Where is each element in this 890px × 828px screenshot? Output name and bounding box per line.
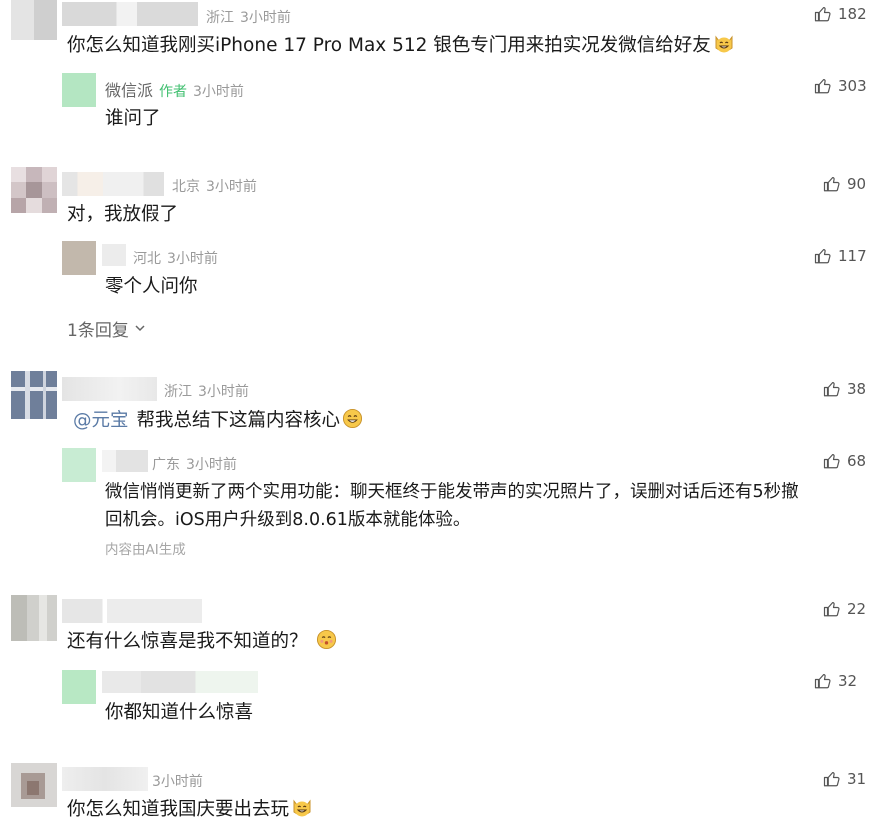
like-count: 182 [838, 5, 867, 23]
thumb-up-icon [814, 247, 832, 265]
nickname-blurred[interactable] [62, 377, 157, 401]
nickname-blurred[interactable] [62, 767, 148, 791]
reply-text: 零个人问你 [105, 276, 198, 297]
like-count: 32 [838, 672, 858, 690]
avatar[interactable] [11, 595, 57, 641]
region-label: 广东 [152, 457, 180, 473]
like-button[interactable]: 182 [814, 5, 867, 23]
region-label: 浙江 [206, 10, 234, 26]
avatar[interactable] [11, 0, 57, 40]
reply-text: 谁问了 [105, 108, 161, 129]
avatar[interactable] [62, 670, 96, 704]
mention-link[interactable]: @元宝 [73, 410, 129, 431]
comment-text: @元宝 帮我总结下这篇内容核心 [73, 405, 363, 439]
like-button[interactable]: 32 [814, 672, 857, 690]
timestamp: 3小时前 [193, 84, 244, 100]
grin-emoji [342, 408, 363, 439]
comment-meta: 河北 3小时前 [133, 248, 218, 268]
timestamp: 3小时前 [186, 457, 237, 473]
comment-meta: 3小时前 [152, 771, 203, 791]
cat-grin-emoji [713, 32, 735, 64]
like-button[interactable]: 90 [823, 175, 866, 193]
timestamp: 3小时前 [152, 774, 203, 790]
expand-replies-label: 1条回复 [67, 321, 129, 341]
like-button[interactable]: 31 [823, 770, 866, 788]
comment-meta: 浙江 3小时前 [164, 381, 249, 401]
thumb-up-icon [823, 600, 841, 618]
thumb-up-icon [814, 672, 832, 690]
like-count: 303 [838, 77, 867, 95]
ai-generated-note: 内容由AI生成 [105, 542, 186, 558]
like-count: 117 [838, 247, 867, 265]
comment-meta: 北京 3小时前 [172, 176, 257, 196]
thumb-up-icon [814, 77, 832, 95]
like-count: 90 [847, 175, 867, 193]
avatar[interactable] [11, 167, 57, 213]
thumb-up-icon [823, 380, 841, 398]
avatar[interactable] [62, 448, 96, 482]
thumb-up-icon [823, 175, 841, 193]
like-button[interactable]: 22 [823, 600, 866, 618]
avatar[interactable] [62, 73, 96, 107]
chevron-down-icon [134, 319, 146, 339]
expand-replies-button[interactable]: 1条回复 [67, 316, 146, 341]
nickname-blurred[interactable] [62, 172, 164, 196]
nickname-blurred[interactable] [102, 671, 258, 693]
nickname-blurred[interactable] [62, 2, 198, 26]
cat-grin-emoji [291, 796, 313, 828]
timestamp: 3小时前 [198, 384, 249, 400]
like-button[interactable]: 117 [814, 247, 867, 265]
comment-text: 你怎么知道我国庆要出去玩 [67, 794, 313, 828]
comment-text: 你怎么知道我刚买iPhone 17 Pro Max 512 银色专门用来拍实况发… [67, 30, 735, 64]
kiss-emoji [316, 629, 337, 660]
comment-meta: 广东 3小时前 [152, 454, 237, 474]
thumb-up-icon [814, 5, 832, 23]
nickname-blurred[interactable] [102, 244, 126, 266]
author-nickname[interactable]: 微信派 [105, 81, 153, 100]
timestamp: 3小时前 [167, 251, 218, 267]
like-count: 31 [847, 770, 867, 788]
like-count: 38 [847, 380, 867, 398]
thumb-up-icon [823, 452, 841, 470]
reply-text: 你都知道什么惊喜 [105, 702, 254, 723]
reply-text-line: 回机会。iOS用户升级到8.0.61版本就能体验。 [105, 510, 471, 530]
comment-meta: 微信派 作者 3小时前 [105, 77, 244, 101]
avatar[interactable] [11, 763, 57, 807]
region-label: 北京 [172, 179, 200, 195]
like-button[interactable]: 68 [823, 452, 866, 470]
thumb-up-icon [823, 770, 841, 788]
nickname-blurred[interactable] [102, 450, 148, 472]
comment-text: 对，我放假了 [67, 204, 179, 225]
author-badge: 作者 [159, 84, 188, 100]
avatar[interactable] [11, 371, 57, 419]
region-label: 浙江 [164, 384, 192, 400]
comment-text: 还有什么惊喜是我不知道的？ [67, 626, 337, 660]
like-button[interactable]: 38 [823, 380, 866, 398]
avatar[interactable] [62, 241, 96, 275]
like-count: 22 [847, 600, 867, 618]
nickname-blurred[interactable] [62, 599, 202, 623]
reply-text-line: 微信悄悄更新了两个实用功能：聊天框终于能发带声的实况照片了，误删对话后还有5秒撤 [105, 482, 799, 502]
comment-meta: 浙江 3小时前 [206, 7, 291, 27]
region-label: 河北 [133, 251, 161, 267]
timestamp: 3小时前 [240, 10, 291, 26]
timestamp: 3小时前 [206, 179, 257, 195]
like-count: 68 [847, 452, 867, 470]
like-button[interactable]: 303 [814, 77, 867, 95]
